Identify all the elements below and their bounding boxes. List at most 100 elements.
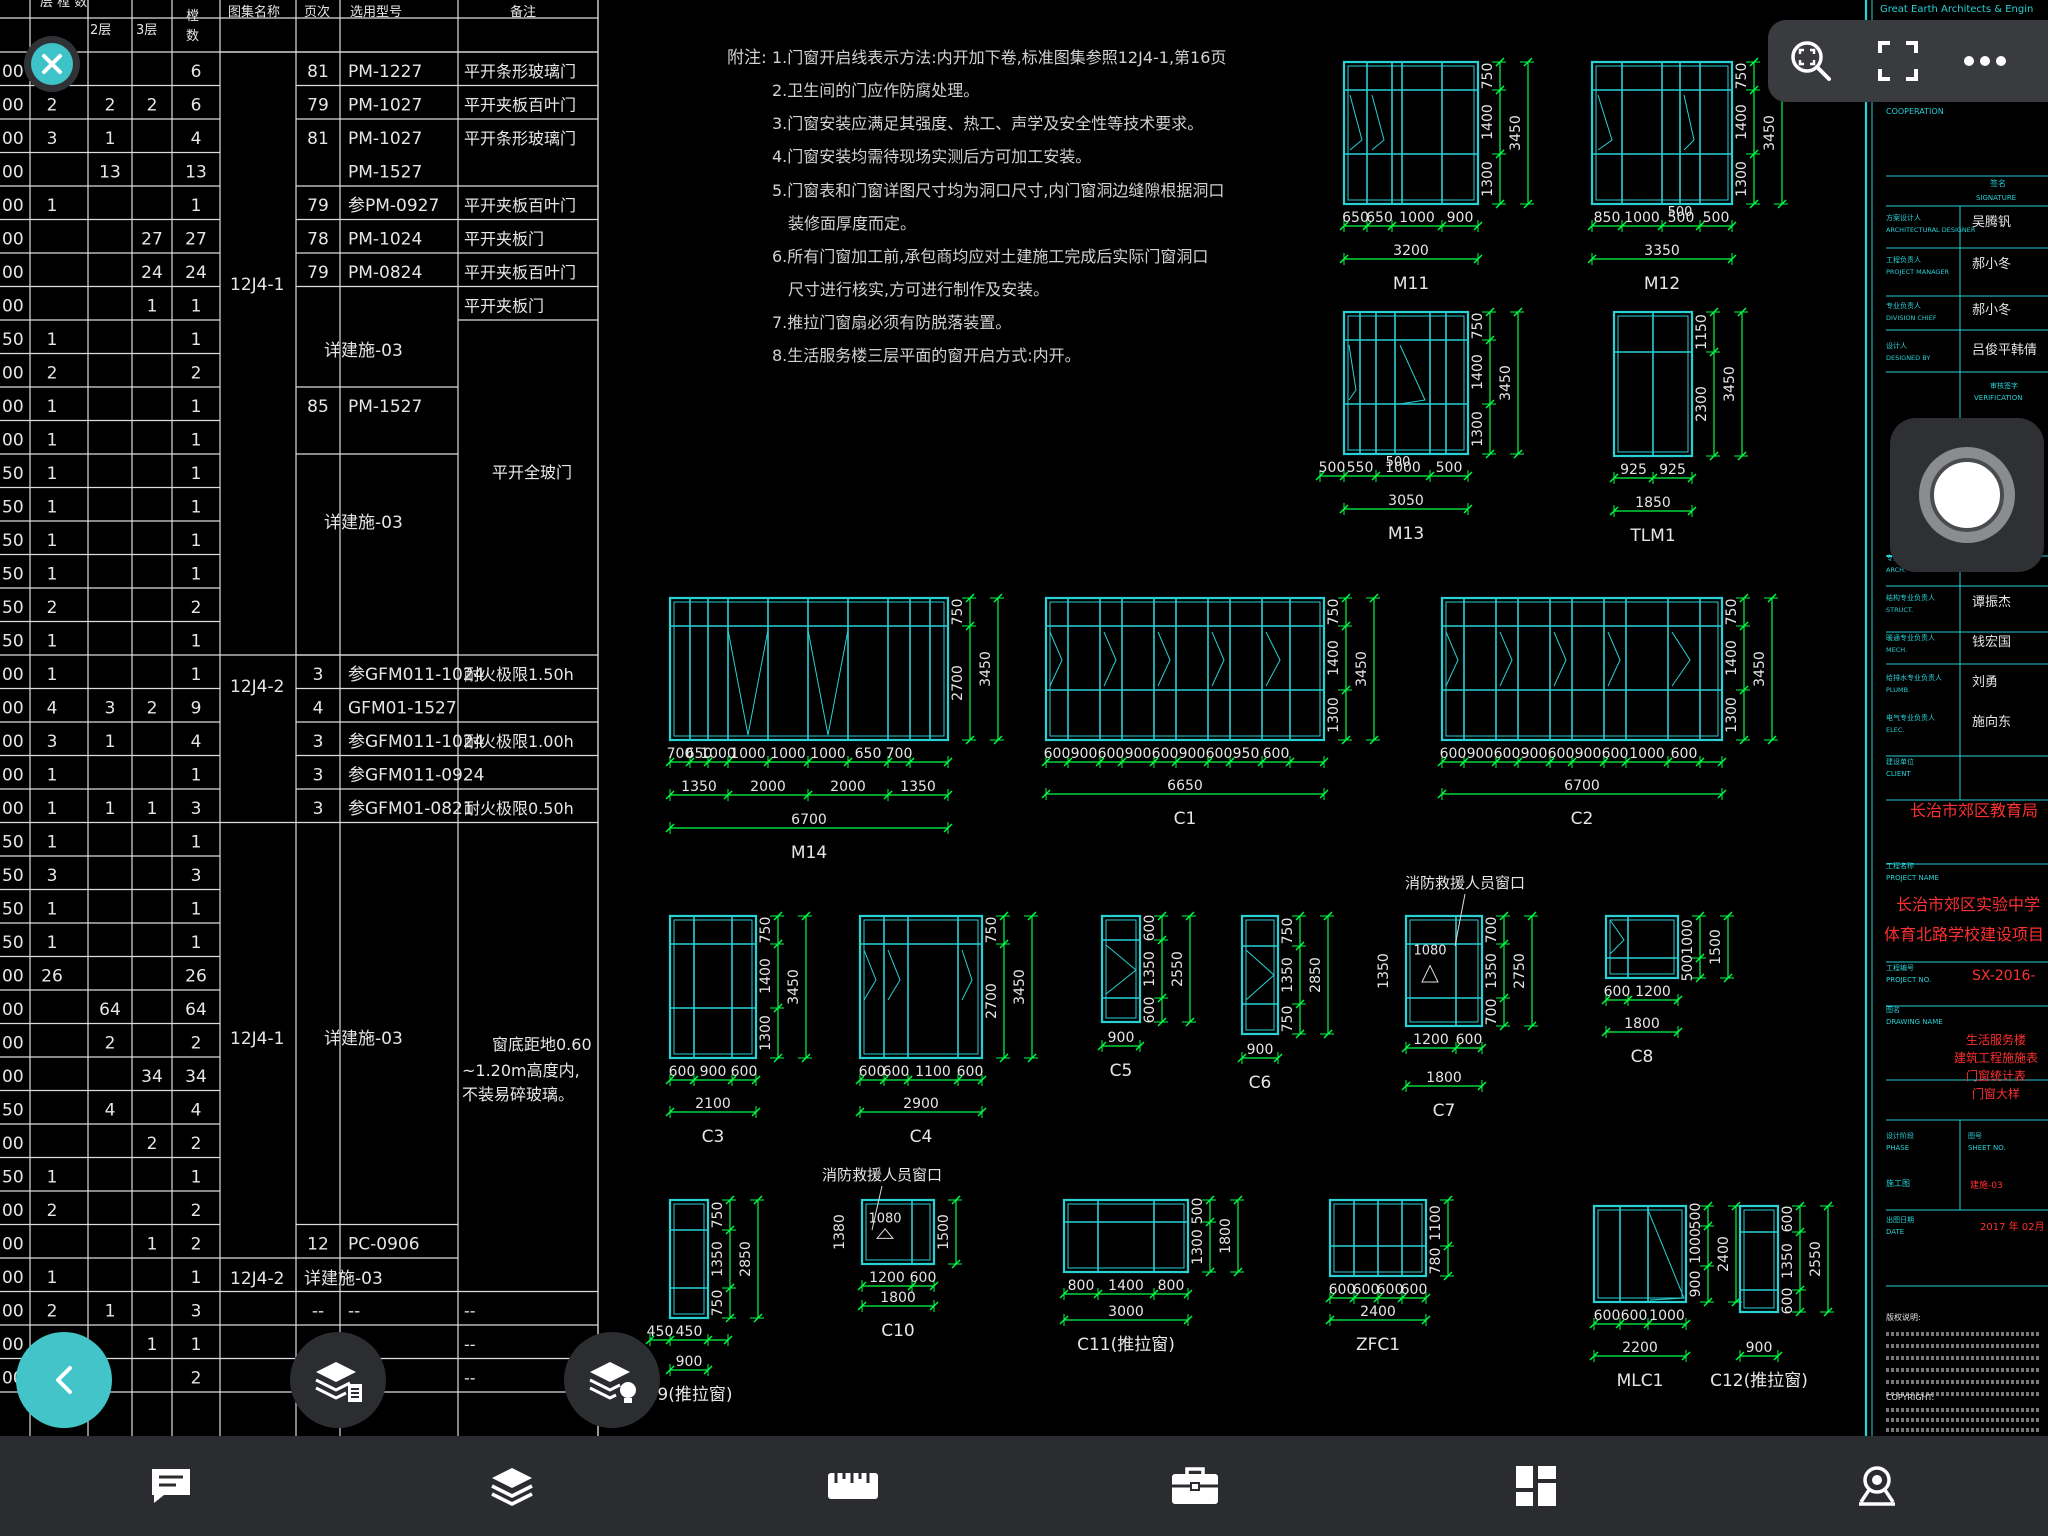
drawing-tlm1[interactable]: 1150 2300 3450 925 925 1850 TLM1 [1609, 307, 1748, 546]
qty-2f: 13 [99, 163, 121, 183]
back-button[interactable] [16, 1332, 112, 1428]
qty-2f: 3 [105, 699, 116, 719]
dim-label: 750 [950, 599, 966, 626]
view-icon [1859, 1466, 1896, 1506]
dim-total: 1800 [1426, 1070, 1462, 1086]
fullscreen-button[interactable] [1863, 26, 1933, 96]
toolbox-button[interactable] [1155, 1446, 1235, 1526]
dim-label: 600 [1440, 746, 1467, 762]
left-edge-cell: 00 [2, 263, 24, 283]
drawing-label: C1 [1174, 809, 1197, 829]
qty-1f: 1 [47, 900, 58, 920]
left-edge-cell: 00 [2, 129, 24, 149]
qty-total: 24 [185, 263, 207, 283]
drawing-en: DRAWING NAME [1886, 1018, 1943, 1026]
drawing-c10[interactable]: 1500 1200 600 1800 C10 消防救援人员窗口 1080 1380 [822, 1166, 962, 1341]
drawing-c7[interactable]: 700 1350 700 2750 1200 600 1800 C7 消防救援人员窗口 1080 1… [1376, 874, 1538, 1121]
assistive-touch-button[interactable] [1890, 418, 2044, 572]
close-button[interactable] [24, 36, 80, 92]
dim-label: 600 [957, 1064, 984, 1080]
note-line: 2.卫生间的门应作防腐处理。 [772, 81, 979, 100]
tb-row-en: MECH. [1886, 646, 1907, 654]
layers-button[interactable] [472, 1446, 552, 1526]
page-cell: 3 [313, 766, 324, 786]
dim-total: 3050 [1388, 493, 1424, 509]
page-cell: 3 [313, 732, 324, 752]
dim-total: 1800 [1218, 1218, 1234, 1254]
drawing-c3[interactable]: 750140013003450600 900 6002100C3 [665, 911, 812, 1147]
qty-total: 13 [185, 163, 207, 183]
drawing-label: C3 [702, 1127, 725, 1147]
project-en: PROJECT NAME [1886, 874, 1939, 882]
dim-total: 2200 [1622, 1340, 1658, 1356]
dim-label: 650 [855, 746, 882, 762]
qty-1f: 1 [47, 1168, 58, 1188]
drawing-label: C6 [1249, 1073, 1272, 1093]
note-cell: 耐火极限1.50h [464, 665, 574, 684]
drawing-zfc1[interactable]: 11007806006006006002400ZFC1 [1325, 1195, 1454, 1355]
dim-label: 1000 [1399, 210, 1435, 226]
drawing-c4[interactable]: 7502700 3450600600 1100 6002900C4 [855, 911, 1038, 1147]
header-atlas: 图集名称 [228, 4, 280, 20]
verification-cn: 审核签字 [1990, 381, 2018, 390]
dim-label: 900 [1521, 746, 1548, 762]
note-cell: 耐火极限1.00h [464, 732, 574, 751]
qty-total: 3 [191, 799, 202, 819]
left-edge-cell: 50 [2, 1168, 24, 1188]
dim-label: 600 [1780, 1206, 1796, 1233]
drawing-c8[interactable]: 1000500 1500 600 1200 1800 C8 [1601, 911, 1734, 1067]
drawing-c5[interactable]: 600 1350 600 2550 900 C5 [1097, 911, 1196, 1081]
drawing-c2[interactable]: 750140013003450600 900 600 900 600 900 600 1000… [1437, 593, 1778, 829]
cad-canvas[interactable]: 2层 3层 樘数 图集名称 页次 选用型号 备注 层 樘 数 00 6 81 PM-1227 平开条形玻… [0, 0, 2048, 1436]
drawing-m14[interactable]: 7502700 345070065010001000 1000 1000 650 7001… [665, 593, 1004, 863]
qty-total: 2 [191, 1134, 202, 1154]
qty-1f: 1 [47, 665, 58, 685]
drawing-c9[interactable]: 75013507502850450 450900C9(推拉窗) [645, 1195, 764, 1405]
bottom-toolbar [0, 1436, 2048, 1536]
note-cell: 耐火极限0.50h [464, 799, 574, 818]
dim-total: 6700 [791, 812, 827, 828]
grid-button[interactable] [1496, 1446, 1576, 1526]
tb-row-en: DIVISION CHIEF [1886, 314, 1937, 322]
view-button[interactable] [1837, 1446, 1917, 1526]
dim-label: 600 [1671, 746, 1698, 762]
comment-button[interactable] [131, 1446, 211, 1526]
drawing-c6[interactable]: 750 1350 750 2850 900 C6 [1237, 911, 1334, 1093]
drawing-m12[interactable]: 750140013003450850 1000 500 5003350M12500 [1587, 57, 1788, 294]
client-name: 长治市郊区教育局 [1910, 801, 2038, 820]
page-cell: 81 [307, 62, 329, 82]
qty-1f: 1 [47, 498, 58, 518]
dim-total: 6650 [1167, 778, 1203, 794]
tb-row-name: 施向东 [1972, 714, 2011, 730]
drawing-c12[interactable]: 600 1350 600 2550 900 C12(推拉窗) [1710, 1201, 1834, 1391]
dim-label: 700 [1484, 917, 1500, 944]
qty-total: 64 [185, 1000, 207, 1020]
left-edge-cell: 00 [2, 1201, 24, 1221]
dim-label: 1000 [730, 746, 766, 762]
tb-row-name: 吕俊平韩倩 [1972, 343, 2037, 358]
dim-total: 3450 [1498, 365, 1514, 401]
atlas-merged-3: 12J4-1 [230, 1029, 284, 1049]
drawing-label: M12 [1644, 274, 1680, 294]
qty-total: 2 [191, 1235, 202, 1255]
drawing-m11[interactable]: 750 1400 1300 3450 650650 1000 900 3200 M11 [1339, 57, 1534, 294]
dim-label: 925 [1659, 462, 1686, 478]
model-cell: PM-1027 [348, 96, 422, 116]
measure-button[interactable] [813, 1446, 893, 1526]
comment-icon [151, 1469, 190, 1503]
drawing-c11[interactable]: 500 1300 1800 800 1400 800 3000 C11(推拉窗) [1059, 1195, 1244, 1355]
layer-list-button[interactable] [290, 1332, 386, 1428]
dim-label: 600 [1044, 746, 1071, 762]
drawing-m13[interactable]: 750140013003450500 550 1000 5003050M13500 [1315, 307, 1524, 544]
more-button[interactable] [1950, 26, 2020, 96]
qty-1f: 1 [47, 1268, 58, 1288]
left-edge-cell: 50 [2, 1101, 24, 1121]
drawing-c1[interactable]: 750140013003450600 900 600 900 600 900 600 950 6… [1041, 593, 1380, 829]
zoom-fit-button[interactable] [1776, 26, 1846, 96]
header-total: 樘 [186, 9, 199, 24]
dim-label: 1000 [1649, 1308, 1685, 1324]
qty-1f: 1 [47, 196, 58, 216]
layer-visibility-button[interactable] [564, 1332, 660, 1428]
left-edge-cell: 00 [2, 665, 24, 685]
drawing-mlc1[interactable]: 50010009002400600 600 10002200MLC1 [1589, 1201, 1742, 1391]
